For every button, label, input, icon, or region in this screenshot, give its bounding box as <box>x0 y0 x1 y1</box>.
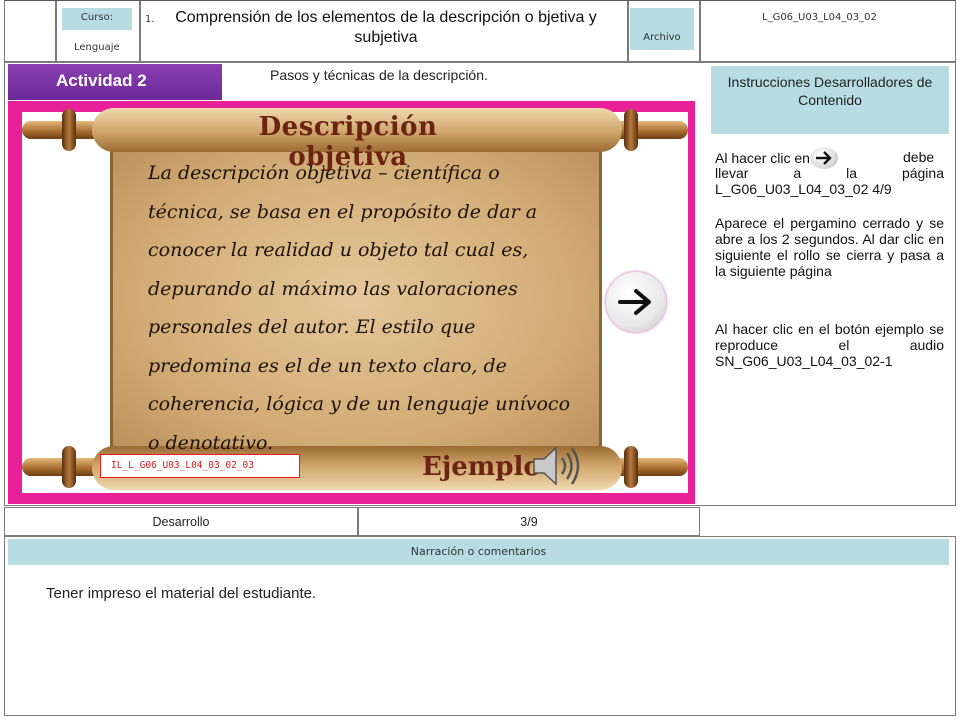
scroll-bottom-knob-left <box>62 446 76 488</box>
scroll-body-text: La descripción objetiva – científica o t… <box>148 162 571 454</box>
scroll-bottom-knob-right <box>624 446 638 488</box>
phase-cell: Desarrollo <box>4 507 358 536</box>
page-cell: 3/9 <box>358 507 700 536</box>
instructions-heading: Instrucciones Desarrolladores de Conteni… <box>711 66 949 134</box>
next-button[interactable] <box>606 272 666 332</box>
speaker-icon[interactable] <box>530 444 584 488</box>
scroll-top-knob-right <box>624 109 638 151</box>
instruction-1: Al hacer clic en debe llevar a la página… <box>715 147 944 197</box>
example-button-label[interactable]: Ejemplo <box>422 452 541 482</box>
image-code-label: IL_L_G06_U03_L04_03_02_03 <box>100 454 300 478</box>
narration-heading: Narración o comentarios <box>8 539 949 565</box>
scroll-top-knob-left <box>62 109 76 151</box>
instruction-3: Al hacer clic en el botón ejemplo se rep… <box>715 321 944 369</box>
narration-text: Tener impreso el material del estudiante… <box>46 585 317 602</box>
instruction-2: Aparece el pergamino cerrado y se abre a… <box>715 215 944 279</box>
next-arrow-icon <box>618 289 651 315</box>
instruction-1-prefix: Al hacer clic en <box>715 150 810 166</box>
